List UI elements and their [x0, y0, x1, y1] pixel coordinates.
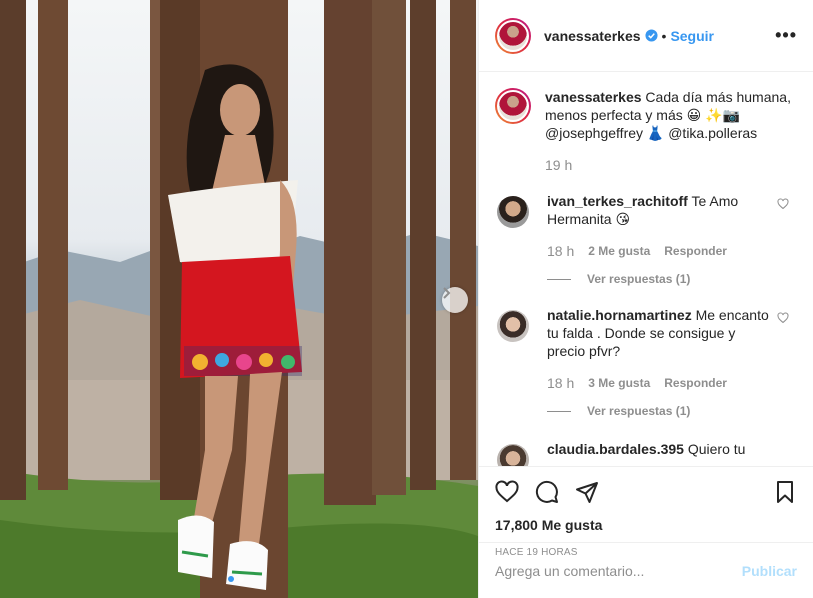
comment-input[interactable] [495, 562, 742, 579]
comment-time: 18 h [547, 243, 575, 259]
post-side-panel: vanessaterkes • Seguir ••• vanessaterkes… [478, 0, 813, 598]
like-heart-icon[interactable] [495, 480, 519, 504]
comment-text: Quiero tu [687, 441, 746, 457]
comment-username[interactable]: ivan_terkes_rachitoff [547, 193, 688, 209]
view-replies-button[interactable]: Ver respuestas (1) [547, 404, 797, 418]
view-replies-label: Ver respuestas (1) [587, 404, 691, 418]
chevron-right-icon [443, 287, 451, 299]
commenter-avatar[interactable] [497, 196, 529, 228]
comment-username[interactable]: natalie.hornamartinez [547, 307, 692, 323]
photo-illustration [0, 0, 478, 598]
more-options-icon[interactable]: ••• [775, 25, 797, 46]
comment-meta: 18 h 3 Me gusta Responder [547, 374, 775, 392]
follow-button[interactable]: Seguir [670, 28, 714, 44]
carousel-next-button[interactable] [442, 287, 468, 313]
comment-item: natalie.hornamartinez Me encanto tu fald… [495, 306, 797, 392]
comment-likes[interactable]: 2 Me gusta [588, 242, 650, 260]
post-caption: vanessaterkes Cada día más humana, menos… [495, 88, 797, 174]
carousel-dot [238, 576, 244, 582]
post-actions: 17,800 Me gusta HACE 19 HORAS Publicar [479, 466, 813, 598]
comment-username[interactable]: claudia.bardales.395 [547, 441, 684, 457]
comment-likes[interactable]: 3 Me gusta [588, 374, 650, 392]
caption-text-block: vanessaterkes Cada día más humana, menos… [545, 88, 797, 174]
author-username[interactable]: vanessaterkes [544, 28, 641, 44]
view-replies-label: Ver respuestas (1) [587, 272, 691, 286]
caption-avatar[interactable] [495, 88, 531, 124]
author-avatar[interactable] [495, 17, 531, 54]
caption-username[interactable]: vanessaterkes [545, 89, 642, 105]
commenter-avatar[interactable] [497, 444, 529, 466]
likes-count[interactable]: 17,800 Me gusta [495, 517, 797, 533]
post-header: vanessaterkes • Seguir ••• [479, 0, 813, 72]
comment-item: ivan_terkes_rachitoff Te Amo Hermanita 😘… [495, 192, 797, 260]
reply-button[interactable]: Responder [664, 374, 727, 392]
comment-body: natalie.hornamartinez Me encanto tu fald… [547, 306, 775, 392]
heart-outline-icon[interactable] [777, 198, 789, 210]
caption-time: 19 h [545, 157, 573, 173]
carousel-dot-active [228, 576, 234, 582]
carousel-indicator [228, 576, 244, 582]
add-comment-bar: Publicar [479, 542, 813, 598]
save-bookmark-icon[interactable] [773, 480, 797, 504]
commenter-avatar[interactable] [497, 310, 529, 342]
comment-meta: 18 h 2 Me gusta Responder [547, 242, 775, 260]
reply-button[interactable]: Responder [664, 242, 727, 260]
header-separator: • [661, 27, 667, 44]
replies-divider [547, 278, 571, 280]
comment-time: 18 h [547, 375, 575, 391]
comment-body: claudia.bardales.395 Quiero tu [547, 440, 775, 466]
post-photo[interactable] [0, 0, 478, 598]
publish-button[interactable]: Publicar [742, 563, 797, 579]
share-send-icon[interactable] [575, 480, 599, 504]
instagram-post: vanessaterkes • Seguir ••• vanessaterkes… [0, 0, 813, 598]
comment-item: claudia.bardales.395 Quiero tu [495, 440, 797, 466]
comment-body: ivan_terkes_rachitoff Te Amo Hermanita 😘… [547, 192, 775, 260]
comments-list[interactable]: vanessaterkes Cada día más humana, menos… [479, 72, 813, 466]
action-icons [495, 471, 797, 513]
heart-outline-icon[interactable] [777, 312, 789, 324]
verified-badge-icon [644, 29, 658, 42]
replies-divider [547, 410, 571, 412]
comment-bubble-icon[interactable] [535, 480, 559, 504]
view-replies-button[interactable]: Ver respuestas (1) [547, 272, 797, 286]
